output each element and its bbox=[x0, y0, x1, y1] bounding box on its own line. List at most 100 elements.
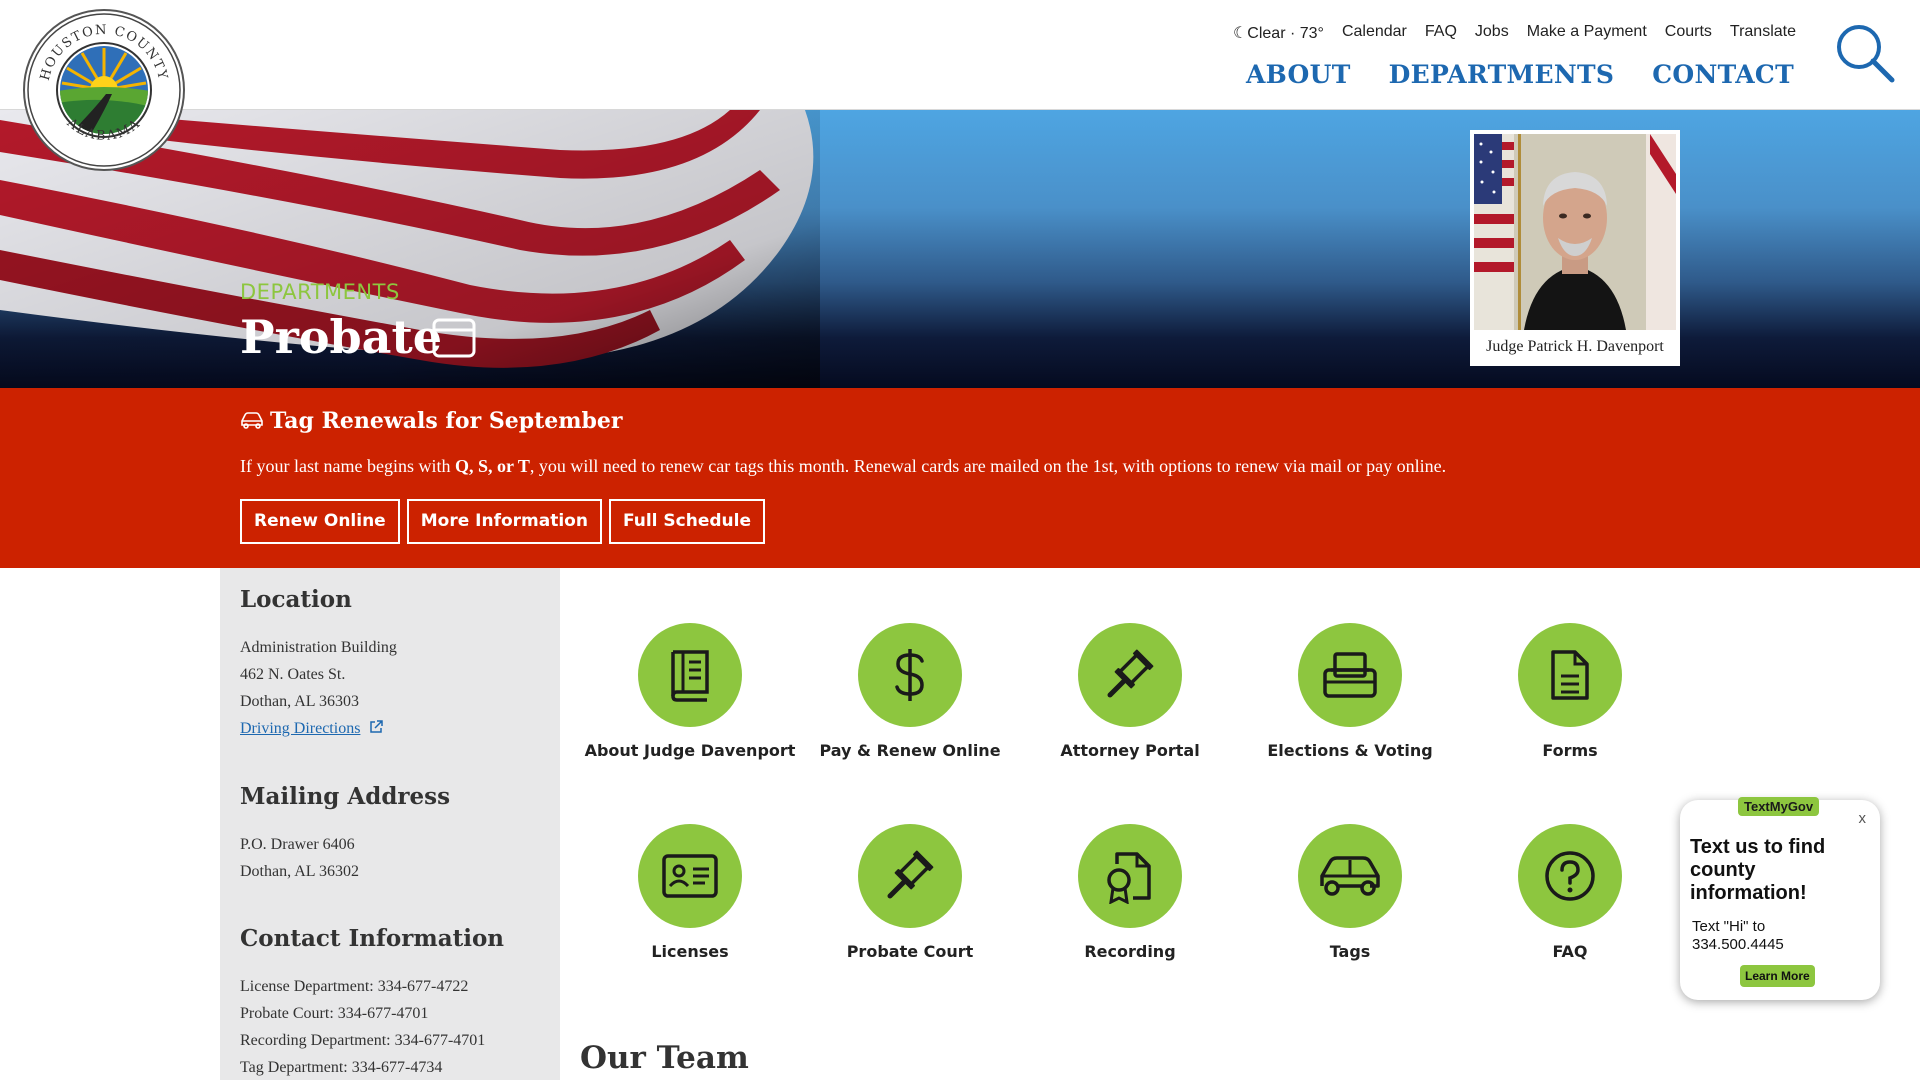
textmygov-phone: 334.500.4445 bbox=[1692, 936, 1784, 953]
driving-directions-text[interactable]: Driving Directions bbox=[240, 720, 360, 737]
contact-information-block: License Department: 334-677-4722 Probate… bbox=[240, 973, 485, 1080]
quick-link-circle[interactable] bbox=[1078, 623, 1182, 727]
quick-link-label[interactable]: About Judge Davenport bbox=[580, 741, 800, 760]
nav-departments[interactable]: DEPARTMENTS bbox=[1389, 60, 1615, 89]
textmygov-body: Text "Hi" to 334.500.4445 bbox=[1692, 918, 1784, 954]
textmygov-body-line: Text "Hi" to bbox=[1692, 918, 1766, 935]
quick-link-label[interactable]: Licenses bbox=[580, 942, 800, 961]
utility-link-faq[interactable]: FAQ bbox=[1425, 23, 1457, 43]
close-icon[interactable]: x bbox=[1859, 810, 1867, 827]
utility-link-jobs[interactable]: Jobs bbox=[1475, 23, 1509, 43]
quick-link-circle[interactable] bbox=[858, 824, 962, 928]
alert-title: Tag Renewals for September bbox=[270, 408, 623, 434]
question-icon bbox=[1545, 851, 1595, 901]
car-icon bbox=[241, 412, 263, 429]
utility-link-make-payment[interactable]: Make a Payment bbox=[1527, 23, 1647, 43]
mailing-address-block: P.O. Drawer 6406 Dothan, AL 36302 bbox=[240, 831, 359, 885]
quick-link-circle[interactable] bbox=[1518, 623, 1622, 727]
our-team-heading: Our Team bbox=[580, 1040, 749, 1076]
more-information-button[interactable]: More Information bbox=[406, 499, 602, 544]
sidebar: Location Administration Building 462 N. … bbox=[220, 568, 560, 1080]
quick-link-forms[interactable]: Forms bbox=[1460, 623, 1680, 760]
judge-portrait-photo bbox=[1474, 134, 1676, 330]
location-heading: Location bbox=[240, 586, 352, 613]
location-line: 462 N. Oates St. bbox=[240, 666, 346, 683]
location-block: Administration Building 462 N. Oates St.… bbox=[240, 634, 397, 742]
alert-buttons: Renew Online More Information Full Sched… bbox=[240, 499, 765, 544]
contact-information-heading: Contact Information bbox=[240, 925, 505, 952]
quick-link-attorney-portal[interactable]: Attorney Portal bbox=[1020, 623, 1240, 760]
county-seal-logo[interactable]: HOUSTON COUNTY ALABAMA bbox=[22, 8, 186, 172]
quick-link-label[interactable]: Forms bbox=[1460, 741, 1680, 760]
quick-link-pay-renew[interactable]: Pay & Renew Online bbox=[800, 623, 1020, 760]
quick-link-circle[interactable] bbox=[858, 623, 962, 727]
alert-text-part: If your last name begins with bbox=[240, 456, 455, 476]
quick-link-circle[interactable] bbox=[1518, 824, 1622, 928]
nav-contact[interactable]: CONTACT bbox=[1652, 60, 1794, 89]
learn-more-button[interactable]: Learn More bbox=[1740, 965, 1815, 987]
quick-link-circle[interactable] bbox=[1298, 824, 1402, 928]
moon-icon: ☾ bbox=[1232, 25, 1248, 42]
renew-online-button[interactable]: Renew Online bbox=[240, 499, 400, 544]
textmygov-badge: TextMyGov bbox=[1738, 797, 1820, 816]
quick-link-recording[interactable]: Recording bbox=[1020, 824, 1240, 961]
car-icon bbox=[1320, 856, 1380, 896]
contact-line: Probate Court: 334-677-4701 bbox=[240, 1005, 429, 1022]
judge-photo-card: Judge Patrick H. Davenport bbox=[1470, 130, 1680, 366]
site-header: ☾Clear · 73° Calendar FAQ Jobs Make a Pa… bbox=[0, 0, 1920, 110]
location-line: Dothan, AL 36303 bbox=[240, 693, 359, 710]
weather-widget[interactable]: ☾Clear · 73° bbox=[1233, 23, 1324, 43]
id-card-icon bbox=[662, 854, 718, 898]
browser-window-icon bbox=[432, 318, 476, 358]
quick-link-tags[interactable]: Tags bbox=[1240, 824, 1460, 961]
quick-link-label[interactable]: FAQ bbox=[1460, 942, 1680, 961]
quick-link-label[interactable]: Attorney Portal bbox=[1020, 741, 1240, 760]
dollar-icon bbox=[895, 649, 924, 701]
quick-link-circle[interactable] bbox=[638, 623, 742, 727]
utility-link-translate[interactable]: Translate bbox=[1730, 23, 1796, 43]
quick-link-circle[interactable] bbox=[1078, 824, 1182, 928]
utility-link-calendar[interactable]: Calendar bbox=[1342, 23, 1407, 43]
contact-line: Recording Department: 334-677-4701 bbox=[240, 1032, 486, 1049]
book-icon bbox=[671, 650, 709, 702]
mailing-line: Dothan, AL 36302 bbox=[240, 863, 359, 880]
quick-link-label[interactable]: Elections & Voting bbox=[1240, 741, 1460, 760]
quick-link-label[interactable]: Pay & Renew Online bbox=[800, 741, 1020, 760]
textmygov-widget[interactable]: TextMyGov x Text us to find county infor… bbox=[1680, 797, 1880, 1000]
quick-link-faq[interactable]: FAQ bbox=[1460, 824, 1680, 961]
quick-link-circle[interactable] bbox=[1298, 623, 1402, 727]
utility-link-courts[interactable]: Courts bbox=[1665, 23, 1712, 43]
driving-directions-link[interactable]: Driving Directions bbox=[240, 715, 397, 742]
quick-link-licenses[interactable]: Licenses bbox=[580, 824, 800, 961]
search-icon[interactable] bbox=[1834, 22, 1896, 84]
page-title: Probate bbox=[240, 310, 442, 364]
mailing-line: P.O. Drawer 6406 bbox=[240, 836, 355, 853]
contact-line: License Department: 334-677-4722 bbox=[240, 978, 469, 995]
quick-link-probate-court[interactable]: Probate Court bbox=[800, 824, 1020, 961]
quick-link-about-judge[interactable]: About Judge Davenport bbox=[580, 623, 800, 760]
utility-nav: ☾Clear · 73° Calendar FAQ Jobs Make a Pa… bbox=[1233, 23, 1796, 43]
quick-link-label[interactable]: Probate Court bbox=[800, 942, 1020, 961]
quick-link-label[interactable]: Tags bbox=[1240, 942, 1460, 961]
mailing-address-heading: Mailing Address bbox=[240, 783, 451, 810]
contact-line: Tag Department: 334-677-4734 bbox=[240, 1059, 443, 1076]
quick-link-elections-voting[interactable]: Elections & Voting bbox=[1240, 623, 1460, 760]
full-schedule-button[interactable]: Full Schedule bbox=[608, 499, 765, 544]
external-link-icon bbox=[370, 720, 384, 733]
quick-link-label[interactable]: Recording bbox=[1020, 942, 1240, 961]
ballot-box-icon bbox=[1323, 652, 1377, 698]
gavel-icon bbox=[887, 850, 934, 899]
alert-title-row: Tag Renewals for September bbox=[240, 408, 623, 434]
alert-text: If your last name begins with Q, S, or T… bbox=[240, 456, 1446, 477]
certificate-icon bbox=[1107, 852, 1151, 904]
alert-banner: Tag Renewals for September If your last … bbox=[0, 388, 1920, 568]
weather-text: Clear · 73° bbox=[1247, 25, 1324, 42]
hero-banner: DEPARTMENTS Probate Judge Patrick H. Dav… bbox=[0, 110, 1920, 388]
quick-link-circle[interactable] bbox=[638, 824, 742, 928]
alert-text-bold: Q, S, or T bbox=[454, 456, 530, 476]
location-line: Administration Building bbox=[240, 639, 397, 656]
judge-caption: Judge Patrick H. Davenport bbox=[1486, 338, 1664, 355]
hero-eyebrow[interactable]: DEPARTMENTS bbox=[240, 280, 400, 304]
nav-about[interactable]: ABOUT bbox=[1246, 60, 1351, 89]
main-nav: ABOUT DEPARTMENTS CONTACT bbox=[1246, 60, 1794, 89]
